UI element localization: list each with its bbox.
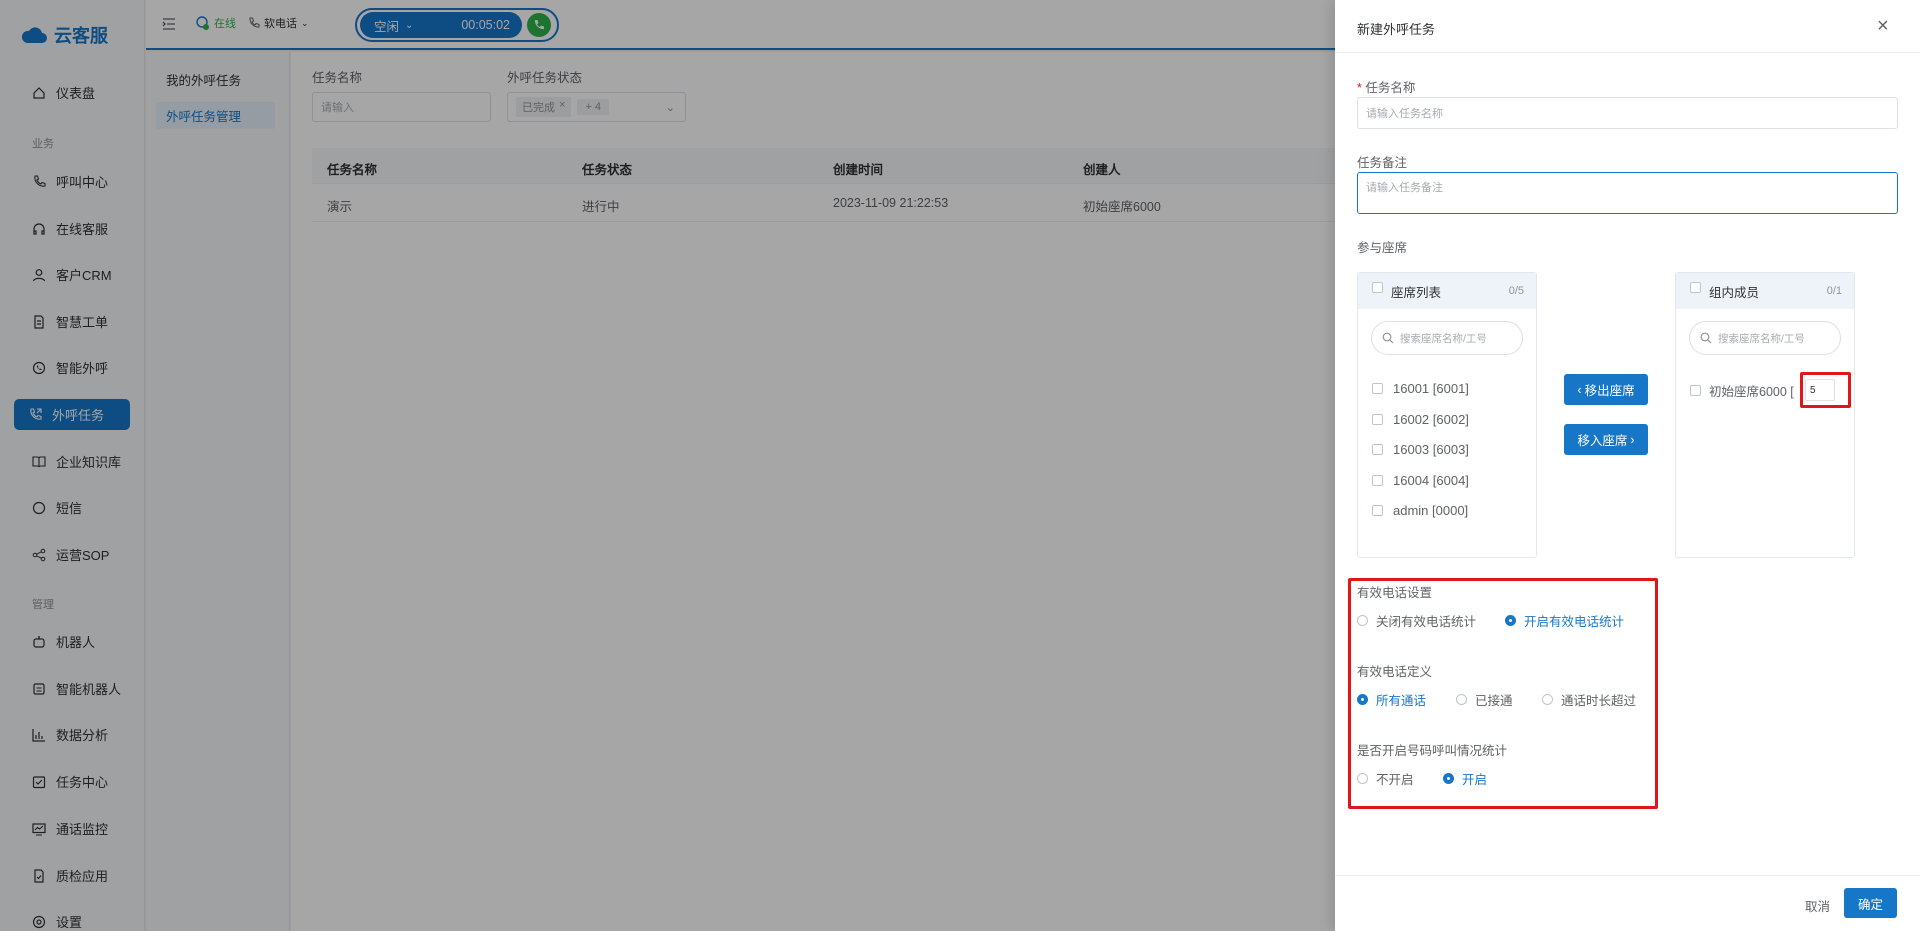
agent-list-item[interactable]: admin [0000]: [1372, 503, 1468, 518]
agent-list-item[interactable]: 16004 [6004]: [1372, 473, 1469, 488]
drawer-title: 新建外呼任务: [1357, 22, 1436, 37]
agent-checkbox[interactable]: [1372, 444, 1383, 455]
agent-label: 16003 [6003]: [1393, 442, 1469, 457]
modal-overlay[interactable]: [0, 0, 1335, 931]
agent-checkbox[interactable]: [1372, 414, 1383, 425]
agent-checkbox[interactable]: [1372, 505, 1383, 516]
move-in-label: 移入座席: [1577, 434, 1628, 448]
member-search-input[interactable]: 搜索座席名称/工号: [1689, 321, 1841, 355]
agent-label: admin [0000]: [1393, 503, 1469, 518]
agent-label: 16001 [6001]: [1393, 381, 1469, 396]
task-name-label-text: 任务名称: [1365, 81, 1416, 95]
member-checkbox[interactable]: [1690, 385, 1701, 396]
cancel-button[interactable]: 取消: [1805, 896, 1830, 915]
task-name-input[interactable]: 请输入任务名称: [1357, 97, 1898, 129]
group-member-title: 组内成员: [1709, 285, 1760, 300]
task-remark-placeholder: 请输入任务备注: [1366, 182, 1443, 194]
new-task-drawer: 新建外呼任务 × * 任务名称 请输入任务名称 任务备注 请输入任务备注 参与座…: [1335, 0, 1920, 931]
agent-label: 16002 [6002]: [1393, 412, 1469, 427]
search-icon: [1700, 332, 1712, 344]
agent-list-item[interactable]: 16002 [6002]: [1372, 412, 1469, 427]
agent-search-input[interactable]: 搜索座席名称/工号: [1371, 321, 1523, 355]
confirm-label: 确定: [1857, 897, 1883, 912]
agents-label: 参与座席: [1357, 241, 1408, 255]
agent-label: 16004 [6004]: [1393, 473, 1469, 488]
agent-list-count: 0/5: [1508, 285, 1524, 297]
drawer-footer: 取消 确定: [1335, 875, 1920, 931]
move-in-button[interactable]: 移入座席 ›: [1564, 424, 1648, 455]
close-icon[interactable]: ×: [1877, 16, 1889, 36]
agent-list-header: 座席列表 0/5: [1358, 273, 1536, 309]
agent-list-panel: 座席列表 0/5 搜索座席名称/工号 16001 [6001] 16002 [6…: [1357, 272, 1537, 558]
agent-list-item[interactable]: 16003 [6003]: [1372, 442, 1469, 457]
required-mark: *: [1357, 81, 1362, 95]
highlight-box: [1348, 578, 1658, 809]
confirm-button[interactable]: 确定: [1844, 888, 1897, 918]
member-label: 初始座席6000 [: [1709, 385, 1794, 399]
agent-checkbox[interactable]: [1372, 383, 1383, 394]
group-member-header: 组内成员 0/1: [1676, 273, 1854, 309]
search-icon: [1382, 332, 1394, 344]
select-all-checkbox[interactable]: [1690, 281, 1701, 293]
highlight-box: [1800, 372, 1851, 408]
task-remark-label: 任务备注: [1357, 156, 1408, 170]
task-name-label: * 任务名称: [1357, 77, 1415, 96]
agent-list-item[interactable]: 16001 [6001]: [1372, 381, 1469, 396]
move-out-button[interactable]: ‹ 移出座席: [1564, 374, 1648, 405]
chevron-left-icon: ‹: [1577, 382, 1582, 397]
agent-search-placeholder: 搜索座席名称/工号: [1400, 332, 1487, 345]
select-all-checkbox[interactable]: [1372, 281, 1383, 293]
task-remark-textarea[interactable]: 请输入任务备注: [1357, 172, 1898, 214]
move-out-label: 移出座席: [1584, 384, 1635, 398]
agent-list-title: 座席列表: [1391, 285, 1442, 300]
drawer-header: 新建外呼任务 ×: [1335, 0, 1920, 53]
agent-checkbox[interactable]: [1372, 475, 1383, 486]
group-member-count: 0/1: [1826, 285, 1842, 297]
member-search-placeholder: 搜索座席名称/工号: [1718, 332, 1805, 345]
group-member-panel: 组内成员 0/1 搜索座席名称/工号 初始座席6000 [ 5: [1675, 272, 1855, 558]
task-name-input-placeholder: 请输入任务名称: [1366, 108, 1443, 120]
group-member-item[interactable]: 初始座席6000 [: [1690, 381, 1794, 400]
chevron-right-icon: ›: [1630, 432, 1635, 447]
